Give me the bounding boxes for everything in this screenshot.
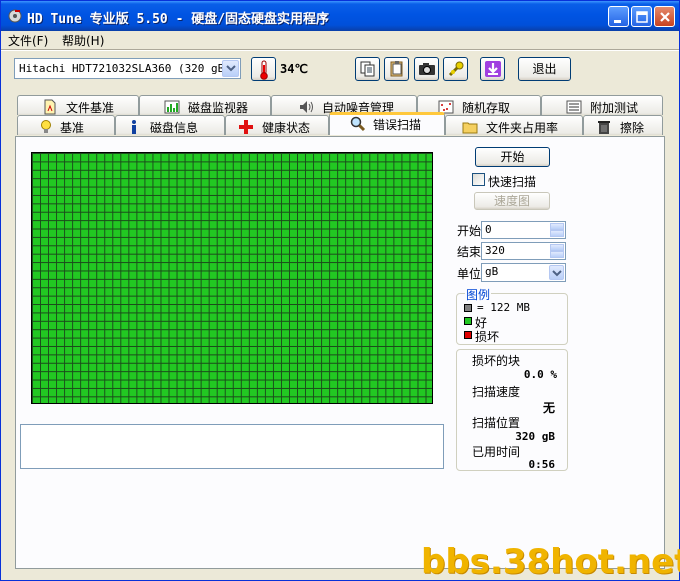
temperature-button[interactable] — [251, 57, 276, 81]
temperature-value: 34℃ — [280, 62, 308, 76]
tab-erase[interactable]: 擦除 — [583, 115, 663, 135]
error-scan-panel: 开始 快速扫描 速度图 开始 0 结束 320 单位 gB 图例 = 122 M… — [15, 136, 665, 569]
wrench-icon — [448, 61, 464, 77]
scan-position-value: 320 gB — [515, 430, 555, 443]
tab-label: 基准 — [60, 121, 85, 135]
unit-dropdown-button[interactable] — [549, 265, 564, 280]
menu-file[interactable]: 文件(F) — [8, 32, 48, 49]
file-benchmark-icon — [44, 99, 56, 115]
tab-benchmark[interactable]: 基准 — [17, 115, 115, 135]
tab-label: 磁盘信息 — [150, 121, 199, 135]
legend-bad-label: 损坏 — [475, 330, 500, 344]
hdtune-app-icon — [8, 9, 22, 23]
maximize-icon — [636, 11, 648, 23]
extra-tests-icon — [566, 100, 582, 114]
speaker-icon — [300, 101, 313, 113]
speed-map-button[interactable]: 速度图 — [474, 192, 550, 210]
minimize-icon — [614, 20, 621, 23]
close-icon — [660, 12, 670, 22]
copy-all-button[interactable] — [384, 57, 409, 81]
block-size-text: = 122 MB — [477, 301, 530, 314]
scan-block-grid — [31, 152, 433, 404]
tab-error-scan[interactable]: 错误扫描 — [329, 112, 445, 135]
tab-label: 错误扫描 — [373, 118, 422, 132]
scan-speed-value: 无 — [542, 401, 555, 415]
unit-select-value: gB — [485, 265, 499, 278]
quick-scan-checkbox[interactable] — [472, 173, 485, 186]
end-spin-down[interactable] — [550, 251, 564, 258]
trash-icon — [598, 121, 610, 134]
title-bar[interactable]: HD Tune 专业版 5.50 - 硬盘/固态硬盘实用程序 — [1, 1, 679, 31]
bad-swatch — [464, 331, 472, 339]
drive-dropdown-button[interactable] — [222, 60, 239, 77]
menu-bar: 文件(F) 帮助(H) — [1, 31, 679, 49]
save-download-button[interactable] — [480, 57, 505, 81]
drive-select-value: Hitachi HDT721032SLA360 (320 gB) — [19, 62, 231, 75]
end-spin-up[interactable] — [550, 244, 564, 251]
lightbulb-icon — [41, 120, 51, 133]
menu-help[interactable]: 帮助(H) — [62, 32, 104, 49]
elapsed-time-value: 0:56 — [528, 458, 556, 471]
tab-disk-info[interactable]: 磁盘信息 — [115, 115, 225, 135]
start-spin-up[interactable] — [550, 223, 564, 230]
exit-button[interactable]: 退出 — [518, 57, 571, 81]
tab-disk-monitor[interactable]: 磁盘监视器 — [139, 95, 271, 115]
screenshot-button[interactable] — [414, 57, 439, 81]
download-arrow-icon — [485, 61, 501, 77]
minimize-button[interactable] — [608, 6, 629, 27]
tab-label: 健康状态 — [262, 121, 311, 135]
tab-file-benchmark[interactable]: 文件基准 — [17, 95, 139, 115]
tab-label: 文件基准 — [66, 101, 115, 115]
scan-position-label: 扫描位置 — [472, 416, 521, 430]
tab-folder-usage[interactable]: 文件夹占用率 — [445, 115, 583, 135]
scan-speed-label: 扫描速度 — [472, 385, 521, 399]
damaged-blocks-label: 损坏的块 — [472, 354, 521, 368]
start-label: 开始 — [457, 224, 482, 238]
chevron-down-icon — [226, 65, 236, 72]
start-input[interactable]: 0 — [481, 221, 566, 239]
start-spin-down[interactable] — [550, 230, 564, 237]
clipboard-icon — [390, 61, 403, 77]
thermometer-icon — [260, 60, 268, 80]
close-button[interactable] — [654, 6, 675, 27]
app-window: HD Tune 专业版 5.50 - 硬盘/固态硬盘实用程序 文件(F) 帮助(… — [0, 0, 680, 581]
info-icon — [132, 120, 136, 134]
copy-icon — [360, 61, 375, 77]
chevron-down-icon — [552, 270, 562, 277]
copy-info-button[interactable] — [355, 57, 380, 81]
window-title: HD Tune 专业版 5.50 - 硬盘/固态硬盘实用程序 — [27, 12, 330, 27]
start-scan-button[interactable]: 开始 — [475, 147, 550, 167]
quick-scan-label: 快速扫描 — [488, 175, 537, 189]
health-cross-icon — [239, 120, 253, 134]
tab-health[interactable]: 健康状态 — [225, 115, 329, 135]
unit-select[interactable]: gB — [481, 263, 566, 282]
block-swatch — [464, 304, 472, 312]
start-input-value: 0 — [485, 223, 492, 236]
tab-label: 磁盘监视器 — [188, 101, 249, 115]
scan-log-box[interactable] — [20, 424, 444, 469]
damaged-blocks-value: 0.0 % — [523, 368, 557, 381]
maximize-button[interactable] — [631, 6, 652, 27]
end-label: 结束 — [457, 245, 482, 259]
end-input[interactable]: 320 — [481, 242, 566, 260]
options-button[interactable] — [443, 57, 468, 81]
unit-label: 单位 — [457, 267, 482, 281]
stats-group: 损坏的块 0.0 % 扫描速度 无 扫描位置 320 gB 已用时间 0:56 — [456, 349, 568, 471]
watermark-text: bbs.38hot.net — [421, 542, 680, 581]
tab-label: 随机存取 — [462, 101, 511, 115]
end-input-value: 320 — [485, 244, 505, 257]
tab-label: 擦除 — [620, 121, 645, 135]
elapsed-time-label: 已用时间 — [472, 445, 521, 459]
menu-separator — [1, 49, 679, 51]
legend-group: 图例 = 122 MB 好 损坏 — [456, 286, 568, 345]
tab-extra-tests[interactable]: 附加测试 — [541, 95, 663, 115]
drive-select[interactable]: Hitachi HDT721032SLA360 (320 gB) — [14, 58, 241, 79]
tab-label: 文件夹占用率 — [486, 121, 559, 135]
tab-label: 附加测试 — [590, 101, 639, 115]
disk-monitor-icon — [164, 100, 180, 114]
camera-icon — [419, 63, 435, 75]
folder-icon — [462, 122, 478, 134]
good-swatch — [464, 317, 472, 325]
magnifier-icon — [350, 116, 366, 132]
